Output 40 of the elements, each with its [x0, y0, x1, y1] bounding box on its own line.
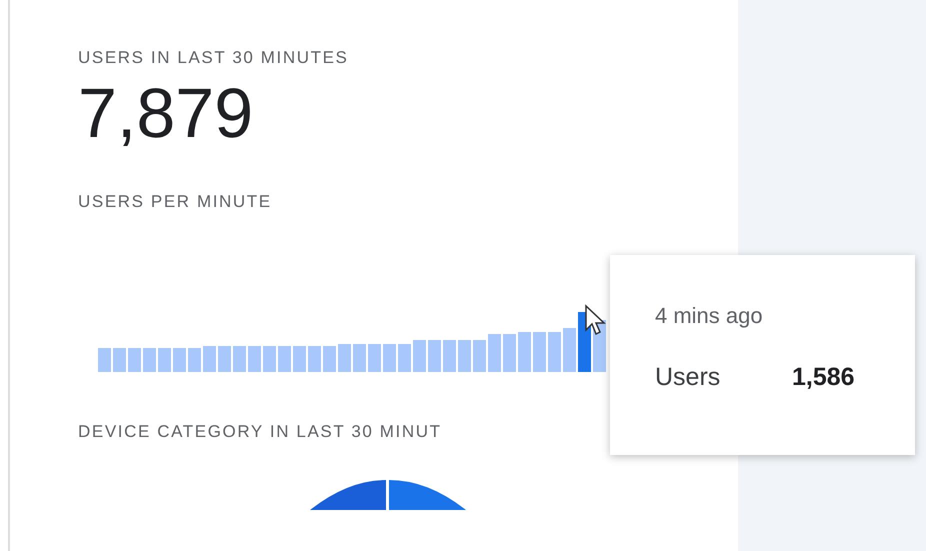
chart-bar	[458, 340, 471, 372]
chart-bar	[143, 348, 156, 372]
chart-bar	[308, 346, 321, 372]
chart-bar	[203, 346, 216, 372]
chart-bar	[293, 346, 306, 372]
chart-bar	[503, 334, 516, 372]
chart-bar	[368, 344, 381, 372]
chart-bar	[428, 340, 441, 372]
chart-bar	[548, 332, 561, 372]
chart-bar	[128, 348, 141, 372]
cursor-icon	[584, 304, 606, 338]
chart-bar	[443, 340, 456, 372]
chart-bar	[263, 346, 276, 372]
chart-bar	[158, 348, 171, 372]
chart-bar	[113, 348, 126, 372]
chart-bar	[98, 348, 111, 372]
users-count: 7,879	[78, 78, 254, 148]
tooltip-label: Users	[655, 363, 722, 392]
chart-bar	[338, 344, 351, 372]
chart-bar	[398, 344, 411, 372]
chart-bar	[518, 332, 531, 372]
chart-bar	[323, 346, 336, 372]
chart-bar	[188, 348, 201, 372]
chart-bar	[218, 346, 231, 372]
chart-bar	[473, 340, 486, 372]
section-title: DEVICE CATEGORY IN LAST 30 MINUT	[78, 422, 443, 442]
chart-bar	[533, 332, 546, 372]
tooltip-time: 4 mins ago	[655, 303, 764, 329]
tooltip-value: 1,586	[792, 363, 855, 392]
chart-bar	[248, 346, 261, 372]
chart-bar	[383, 344, 396, 372]
chart-bar	[233, 346, 246, 372]
chart-bar	[278, 346, 291, 372]
chart-bar	[353, 344, 366, 372]
chart-bar	[173, 348, 186, 372]
section-title: USERS PER MINUTE	[78, 192, 273, 212]
chart-bar	[488, 334, 501, 372]
chart-bar	[413, 340, 426, 372]
section-title: USERS IN LAST 30 MINUTES	[78, 48, 350, 68]
chart-bar	[563, 328, 576, 372]
